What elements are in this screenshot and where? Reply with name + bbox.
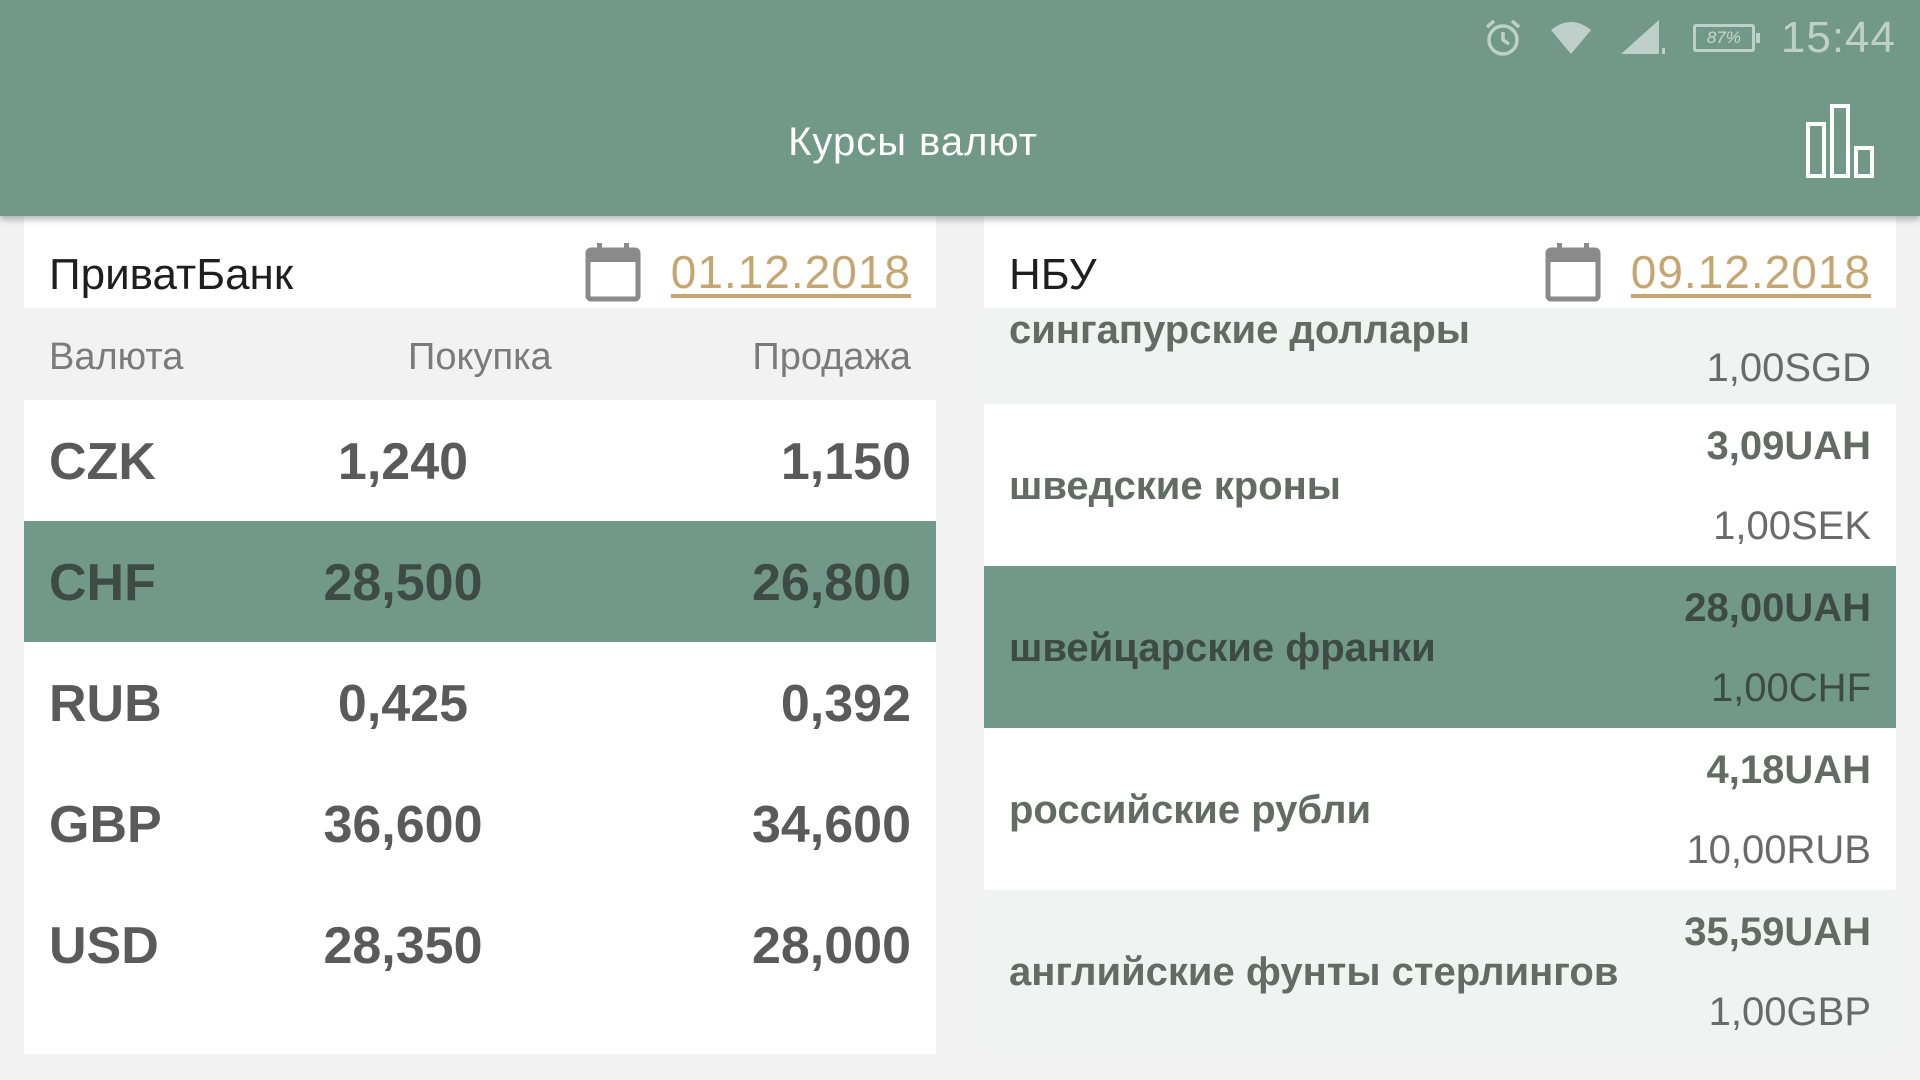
sell-rate: 28,000	[751, 917, 911, 975]
currency-code: RUB	[49, 675, 162, 733]
currency-name: российские рубли	[1009, 788, 1372, 832]
nbu-panel: НБУ 09.12.2018 сингапурские доллары 1,00…	[984, 216, 1896, 1054]
list-item[interactable]: 3,09UAH шведские кроны 1,00SEK	[984, 404, 1896, 566]
rates-table: CZK 1,240 1,150 CHF 28,500 26,800 RUB 0,…	[24, 400, 936, 1054]
nbu-rates-list: сингапурские доллары 1,00SGD 3,09UAH шве…	[984, 308, 1896, 1052]
date-link[interactable]: 01.12.2018	[671, 245, 911, 299]
buy-rate: 28,500	[323, 554, 483, 612]
currency-name: английские фунты стерлингов	[1009, 950, 1619, 994]
date-picker[interactable]: 01.12.2018	[585, 242, 911, 302]
bar-chart-icon	[1806, 104, 1874, 178]
currency-unit: 10,00RUB	[1686, 828, 1871, 872]
calendar-icon[interactable]	[585, 242, 641, 302]
currency-unit: 1,00SEK	[1713, 504, 1871, 548]
buy-rate: 0,425	[337, 675, 469, 733]
uah-rate: 35,59UAH	[1684, 910, 1871, 954]
bank-name: ПриватБанк	[49, 250, 294, 299]
date-link[interactable]: 09.12.2018	[1631, 245, 1871, 299]
currency-name: сингапурские доллары	[1009, 308, 1470, 352]
page-title: Курсы валют	[788, 120, 1038, 164]
currency-code: USD	[49, 917, 159, 975]
nbu-header: НБУ 09.12.2018	[984, 216, 1896, 308]
column-header-sell: Продажа	[752, 336, 911, 378]
buy-rate: 28,350	[323, 917, 483, 975]
privatbank-panel: ПриватБанк 01.12.2018 Валюта Покупка Про…	[24, 216, 936, 1054]
buy-rate: 36,600	[323, 796, 483, 854]
wifi-icon	[1550, 22, 1591, 54]
sell-rate: 34,600	[751, 796, 911, 854]
sell-rate: 1,150	[780, 433, 911, 491]
currency-code: GBP	[49, 796, 162, 854]
column-header-currency: Валюта	[49, 336, 184, 378]
uah-rate: 3,09UAH	[1706, 424, 1871, 468]
date-picker[interactable]: 09.12.2018	[1545, 242, 1871, 302]
table-row[interactable]: GBP 36,600 34,600	[24, 763, 936, 884]
currency-unit: 1,00GBP	[1708, 990, 1871, 1034]
currency-code: CHF	[49, 554, 156, 612]
signal-icon	[1620, 20, 1665, 54]
column-header-buy: Покупка	[408, 336, 552, 378]
currency-name: шведские кроны	[1009, 464, 1341, 508]
currency-name: швейцарские франки	[1009, 626, 1436, 670]
list-item-partial[interactable]: сингапурские доллары 1,00SGD	[984, 308, 1896, 404]
app-bar: 87% 15:44 Курсы валют	[0, 0, 1920, 216]
buy-rate: 1,240	[337, 433, 469, 491]
list-item-selected[interactable]: 28,00UAH швейцарские франки 1,00CHF	[984, 566, 1896, 728]
table-row-selected[interactable]: CHF 28,500 26,800	[24, 521, 936, 642]
status-bar: 87% 15:44	[1483, 10, 1896, 66]
currency-unit: 1,00SGD	[1706, 346, 1871, 390]
battery-icon: 87%	[1692, 24, 1760, 52]
clock: 15:44	[1780, 13, 1896, 62]
battery-level: 87%	[1706, 28, 1741, 47]
column-headers: Валюта Покупка Продажа	[24, 308, 936, 400]
sell-rate: 0,392	[780, 675, 911, 733]
calendar-icon[interactable]	[1545, 242, 1601, 302]
alarm-icon	[1485, 19, 1521, 56]
bank-name: НБУ	[1009, 250, 1097, 299]
currency-unit: 1,00CHF	[1710, 666, 1871, 710]
sell-rate: 26,800	[751, 554, 911, 612]
privatbank-header: ПриватБанк 01.12.2018	[24, 216, 936, 308]
table-row[interactable]: USD 28,350 28,000	[24, 884, 936, 1005]
table-row[interactable]: RUB 0,425 0,392	[24, 642, 936, 763]
table-row-partial[interactable]	[24, 1005, 936, 1054]
table-row[interactable]: CZK 1,240 1,150	[24, 400, 936, 521]
uah-rate: 28,00UAH	[1684, 586, 1871, 630]
uah-rate: 4,18UAH	[1706, 748, 1871, 792]
list-item[interactable]: 4,18UAH российские рубли 10,00RUB	[984, 728, 1896, 890]
currency-code: CZK	[49, 433, 156, 491]
list-item[interactable]: 35,59UAH английские фунты стерлингов 1,0…	[984, 890, 1896, 1052]
chart-button[interactable]	[1804, 104, 1884, 180]
